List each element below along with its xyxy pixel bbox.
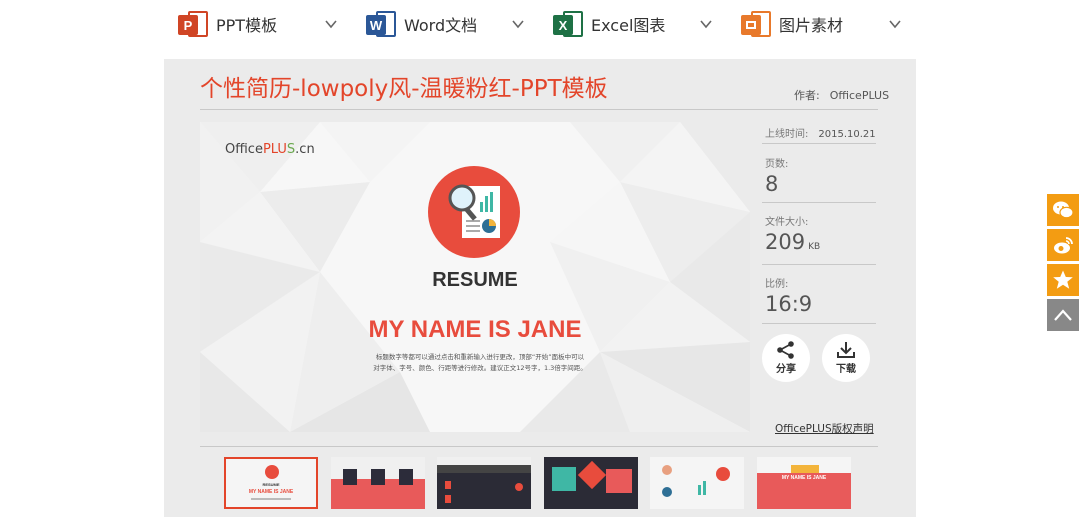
copyright-link[interactable]: OfficePLUS版权声明 (775, 421, 874, 436)
wechat-icon (1053, 201, 1074, 219)
chevron-down-icon[interactable] (698, 16, 714, 32)
meta-divider (762, 143, 876, 144)
author-name[interactable]: OfficePLUS (830, 89, 889, 102)
nav-word-documents[interactable]: W Word文档 (366, 8, 477, 40)
download-label: 下载 (836, 364, 856, 375)
image-icon (741, 9, 771, 39)
thumbnail-3[interactable] (437, 457, 531, 509)
thumbnail-4[interactable] (544, 457, 638, 509)
slide-name: MY NAME IS JANE (368, 316, 582, 343)
chevron-down-icon[interactable] (887, 16, 903, 32)
download-icon (837, 342, 855, 358)
slide-preview[interactable]: OfficePLUS.cn RESUME MY NAME IS JANE 标题数… (200, 122, 750, 432)
chevron-down-icon[interactable] (510, 16, 526, 32)
nav-excel-charts[interactable]: X Excel图表 (553, 8, 665, 40)
file-size: 文件大小: 209 KB (765, 217, 821, 254)
share-label: 分享 (776, 364, 796, 375)
weibo-share-button[interactable] (1047, 229, 1079, 261)
weibo-icon (1054, 237, 1073, 254)
favorite-button[interactable] (1047, 264, 1079, 296)
nav-ppt-label: PPT模板 (216, 16, 278, 35)
word-icon: W (366, 9, 396, 39)
nav-image-label: 图片素材 (779, 16, 844, 35)
excel-icon: X (553, 9, 583, 39)
nav-word-label: Word文档 (404, 16, 478, 35)
top-navigation: P PPT模板 W Word文档 X Excel图表 图片素材 (0, 0, 1080, 48)
officeplus-logo: OfficePLUS.cn (225, 142, 315, 157)
author-label: 作者: (794, 89, 820, 102)
nav-ppt-templates[interactable]: P PPT模板 (178, 8, 277, 40)
thumbnail-6[interactable]: MY NAME IS JANE (757, 457, 851, 509)
download-button[interactable]: 下载 (822, 334, 870, 382)
share-button[interactable]: 分享 (762, 334, 810, 382)
slide-heading: RESUME (432, 269, 518, 291)
thumbnail-divider (200, 446, 878, 447)
template-title: 个性简历-lowpoly风-温暖粉红-PPT模板 (200, 76, 608, 102)
star-icon (1053, 270, 1073, 289)
chevron-up-icon (1054, 309, 1072, 321)
resume-icon (428, 166, 520, 258)
title-divider (200, 109, 878, 110)
meta-divider (762, 323, 876, 324)
powerpoint-icon: P (178, 9, 208, 39)
wechat-share-button[interactable] (1047, 194, 1079, 226)
share-icon (777, 341, 794, 359)
thumbnail-1[interactable]: RESUME MY NAME IS JANE (224, 457, 318, 509)
upload-date: 上线时间: 2015.10.21 (765, 129, 876, 140)
page-count: 页数: 8 (765, 159, 789, 196)
chevron-down-icon[interactable] (323, 16, 339, 32)
thumbnail-5[interactable] (650, 457, 744, 509)
meta-divider (762, 202, 876, 203)
aspect-ratio: 比例: 16:9 (765, 279, 813, 316)
meta-divider (762, 264, 876, 265)
back-to-top-button[interactable] (1047, 299, 1079, 331)
thumbnail-2[interactable] (331, 457, 425, 509)
slide-body-text: 标题数字等都可以通过点击和重新输入进行更改，顶部“开始”面板中可以 对字体、字号… (373, 353, 587, 372)
nav-image-assets[interactable]: 图片素材 (741, 8, 843, 40)
author-info: 作者: OfficePLUS (794, 87, 889, 103)
nav-excel-label: Excel图表 (591, 16, 666, 35)
